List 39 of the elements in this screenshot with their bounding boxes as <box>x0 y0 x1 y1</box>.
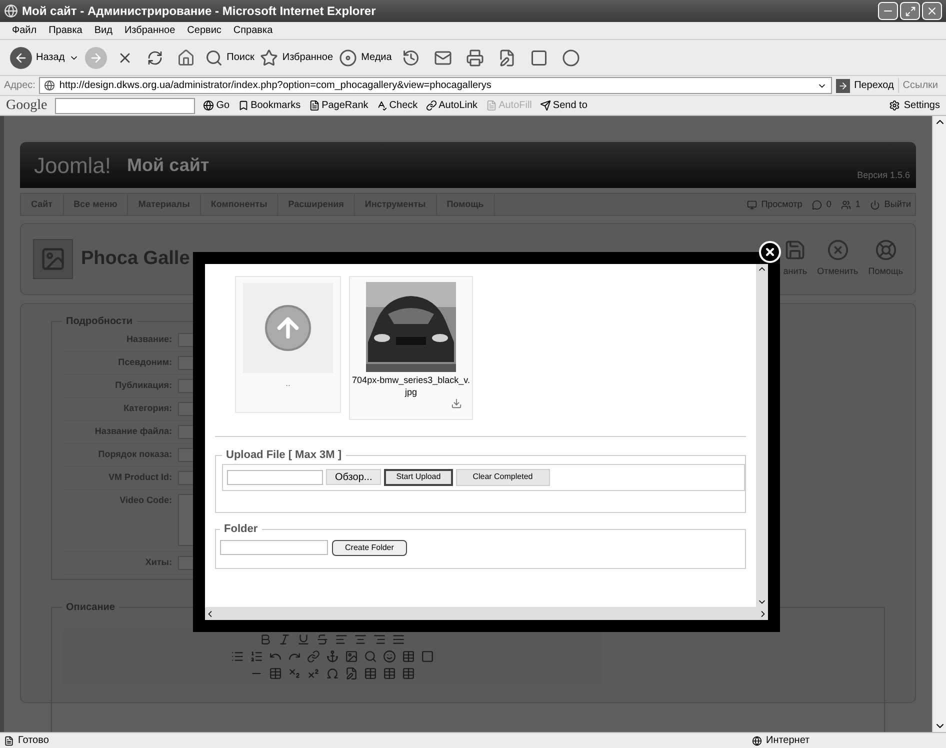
folder-up-card[interactable]: .. <box>235 276 341 413</box>
security-zone: Интернет <box>766 734 811 748</box>
address-url: http://design.dkws.org.ua/administrator/index.php?option=com_phocagallery&view=phocagallerys <box>59 79 492 93</box>
site-name: Мой сайт <box>127 154 210 176</box>
start-upload-button[interactable]: Start Upload <box>384 468 453 486</box>
clear-completed-button[interactable]: Clear Completed <box>456 468 550 486</box>
status-text: Готово <box>18 734 50 748</box>
back-button[interactable]: Назад <box>10 46 79 68</box>
create-folder-button[interactable]: Create Folder <box>332 540 407 556</box>
folder-legend: Folder <box>220 521 262 538</box>
toolbar-button[interactable]: Избранное <box>260 48 334 66</box>
menu-item[interactable]: Файл <box>12 23 37 38</box>
joomla-logo: Joomla! <box>34 152 112 180</box>
image-card[interactable]: 704px-bmw_series3_black_v.jpg <box>349 276 473 420</box>
menu-item[interactable]: Правка <box>48 23 82 38</box>
browse-button[interactable]: Обзор... <box>326 469 382 485</box>
menu-item[interactable]: Вид <box>94 23 112 38</box>
google-toolbar-button[interactable]: PageRank <box>308 98 368 113</box>
window-title: Мой сайт - Администрирование - Microsoft Internet Explorer <box>22 3 376 20</box>
menu-item[interactable]: Сервис <box>187 23 222 38</box>
item-caption: .. <box>285 377 290 390</box>
item-caption: 704px-bmw_series3_black_v.jpg <box>351 374 471 398</box>
go-button[interactable]: Переход <box>836 78 894 93</box>
settings-button[interactable]: Settings <box>888 98 940 113</box>
google-toolbar-button[interactable]: Check <box>376 98 418 113</box>
google-toolbar-button[interactable]: Bookmarks <box>238 98 301 113</box>
google-toolbar-button[interactable]: Send to <box>540 98 588 113</box>
menu-item[interactable]: Избранное <box>124 23 176 38</box>
upload-legend: Upload File [ Max 3M ] <box>222 447 346 464</box>
version-label: Версия 1.5.6 <box>857 168 910 182</box>
toolbar-button[interactable]: Медиа <box>339 48 392 66</box>
google-toolbar-button[interactable]: AutoLink <box>426 98 478 113</box>
google-logo: Google <box>6 97 48 115</box>
menu-item[interactable]: Справка <box>233 23 273 38</box>
toolbar-button[interactable]: Поиск <box>204 48 254 66</box>
google-toolbar-button[interactable]: Go <box>203 98 230 113</box>
address-label: Адрес: <box>4 79 36 93</box>
links-button[interactable]: Ссылки <box>898 78 942 93</box>
address-field[interactable]: http://design.dkws.org.ua/administrator/index.php?option=com_phocagallery&view=phocagallerys <box>39 77 832 94</box>
